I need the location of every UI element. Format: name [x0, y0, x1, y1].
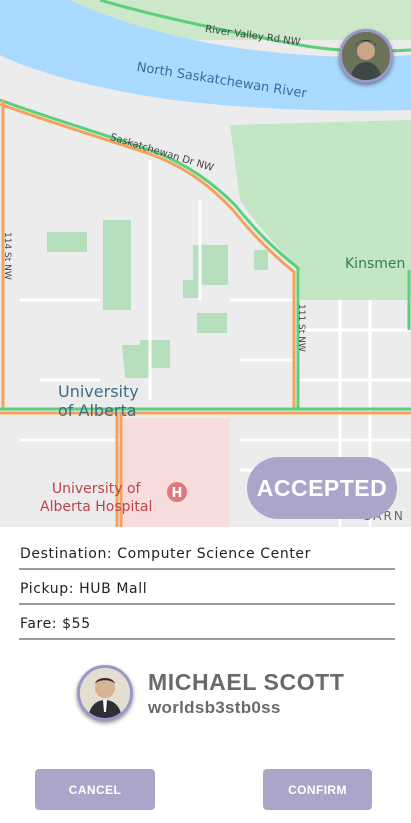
svg-text:H: H — [172, 486, 183, 501]
fare-field: Fare: $55 — [19, 614, 395, 640]
status-badge: ACCEPTED — [247, 457, 397, 519]
driver-username: worldsb3stb0ss — [148, 698, 281, 717]
map-label-hospital: University of Alberta Hospital — [40, 481, 153, 515]
map-label-university: University of Alberta — [58, 382, 139, 420]
driver-photo-icon — [80, 668, 130, 718]
confirm-button[interactable]: CONFIRM — [263, 769, 372, 810]
driver-avatar — [77, 665, 133, 721]
map-view[interactable]: H River Valley Rd NW North Saskatchewan … — [0, 0, 411, 527]
user-photo-icon — [342, 32, 390, 80]
destination-field: Destination: Computer Science Center — [19, 544, 395, 570]
map-label-kinsmen: Kinsmen — [345, 256, 406, 272]
profile-avatar[interactable] — [339, 29, 393, 83]
pickup-field: Pickup: HUB Mall — [19, 579, 395, 605]
map-label-114-st: 114 St NW — [2, 232, 12, 280]
cancel-button[interactable]: CANCEL — [35, 769, 155, 810]
park-east — [230, 120, 411, 300]
driver-name: MICHAEL SCOTT — [148, 669, 345, 695]
map-label-111-st: 111 St NW — [296, 304, 306, 352]
